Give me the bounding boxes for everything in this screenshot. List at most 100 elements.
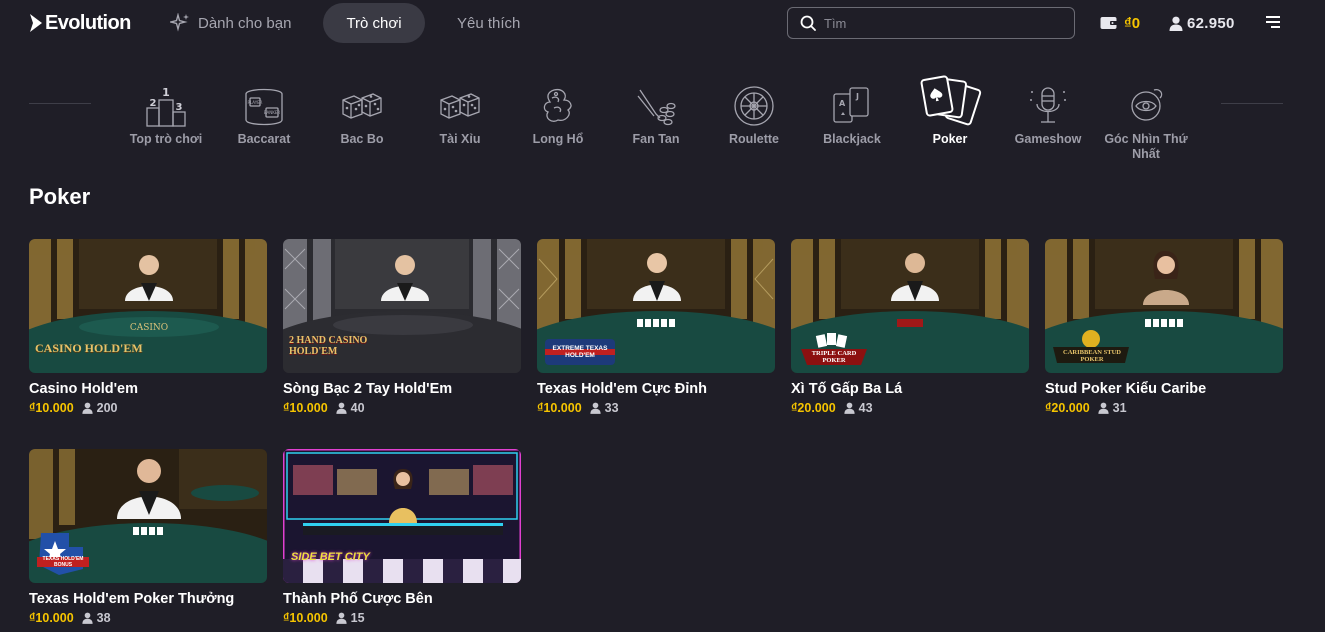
category-blackjack[interactable]: A J Blackjack (804, 82, 900, 164)
category-baccarat[interactable]: PLAYER BANKER Baccarat (216, 82, 312, 164)
game-logo: TRIPLE CARD POKER (811, 350, 857, 364)
dice-pair-icon (440, 93, 480, 119)
sparkle-icon (170, 13, 189, 32)
nav-favorites-label: Yêu thích (457, 14, 521, 32)
svg-text:2: 2 (150, 98, 157, 109)
game-thumbnail[interactable]: SIDE BET CITY (283, 449, 521, 583)
user-icon (590, 402, 601, 414)
game-card-casino-holdem[interactable]: CASINO CASINO HOLD'EM Casino Hold'em ₫10… (29, 239, 267, 415)
game-players: 15 (336, 611, 365, 625)
category-first-person[interactable]: Góc Nhìn Thứ Nhất (1098, 82, 1194, 164)
game-players: 200 (82, 401, 118, 415)
game-card-triple-card-poker[interactable]: TRIPLE CARD POKER Xì Tố Gấp Ba Lá ₫20.00… (791, 239, 1029, 415)
nav-games[interactable]: Trò chơi (323, 3, 425, 43)
game-title: Texas Hold'em Cực Đỉnh (537, 381, 707, 397)
players-online-count: 62.950 (1187, 14, 1235, 32)
search-input[interactable] (824, 15, 1054, 31)
svg-text:PLAYER: PLAYER (248, 100, 263, 105)
svg-text:BANKER: BANKER (264, 110, 281, 115)
svg-text:1: 1 (162, 86, 170, 99)
game-min-bet: ₫10.000 (29, 611, 74, 625)
wallet-balance[interactable]: ₫0 (1100, 13, 1140, 33)
game-thumbnail[interactable]: 2 HAND CASINO HOLD'EM (283, 239, 521, 373)
user-icon (1098, 402, 1109, 414)
category-bac-bo[interactable]: Bac Bo (314, 82, 410, 164)
game-player-count: 31 (1112, 401, 1127, 415)
game-player-count: 43 (858, 401, 873, 415)
game-player-count: 38 (96, 611, 111, 625)
fan-tan-icon (637, 89, 676, 126)
category-label: Top trò chơi (129, 132, 203, 146)
evolution-logo-mark-icon (30, 14, 42, 32)
category-divider-left (29, 103, 91, 104)
category-label: Long Hổ (532, 132, 584, 146)
game-logo: SIDE BET CITY (291, 551, 370, 563)
category-top-games[interactable]: 1 2 3 Top trò chơi (118, 82, 214, 164)
game-card-2-hand-casino-holdem[interactable]: 2 HAND CASINO HOLD'EM Sòng Bạc 2 Tay Hol… (283, 239, 521, 415)
search-icon (800, 15, 816, 31)
blackjack-cards-icon: A J (833, 87, 869, 123)
category-label: Bac Bo (340, 132, 384, 146)
top-bar: Evolution Dành cho bạn Trò chơi Yêu thíc… (0, 0, 1325, 46)
category-fan-tan[interactable]: Fan Tan (608, 82, 704, 164)
user-icon (82, 612, 93, 624)
game-thumbnail[interactable]: EXTREME TEXAS HOLD'EM (537, 239, 775, 373)
players-online: 62.950 (1169, 13, 1235, 33)
category-label: Gameshow (1014, 132, 1082, 146)
game-min-bet: ₫10.000 (283, 401, 328, 415)
baccarat-table-icon: PLAYER BANKER (245, 88, 283, 126)
category-label: Tài Xỉu (439, 132, 481, 146)
game-thumbnail[interactable]: CARIBBEAN STUD POKER (1045, 239, 1283, 373)
category-label: Roulette (729, 132, 779, 146)
user-icon (336, 612, 347, 624)
dice-icon (342, 93, 382, 119)
game-card-caribbean-stud-poker[interactable]: CARIBBEAN STUD POKER Stud Poker Kiểu Car… (1045, 239, 1283, 415)
nav-for-you[interactable]: Dành cho bạn (170, 3, 291, 43)
game-player-count: 40 (350, 401, 365, 415)
section-title: Poker (29, 184, 91, 209)
microphone-icon (1030, 87, 1066, 123)
search-box[interactable] (787, 7, 1075, 39)
game-players: 43 (844, 401, 873, 415)
user-icon (336, 402, 347, 414)
game-title: Sòng Bạc 2 Tay Hold'Em (283, 381, 453, 397)
game-title: Casino Hold'em (29, 381, 138, 397)
svg-text:J: J (855, 92, 859, 101)
game-thumbnail[interactable]: TEXAS HOLD'EM BONUS (29, 449, 267, 583)
dragon-tiger-icon (543, 88, 572, 122)
category-gameshow[interactable]: Gameshow (1000, 82, 1096, 164)
game-thumbnail[interactable]: CASINO CASINO HOLD'EM (29, 239, 267, 373)
wallet-icon (1100, 17, 1118, 29)
category-divider-right (1221, 103, 1283, 104)
game-card-extreme-texas-holdem[interactable]: EXTREME TEXAS HOLD'EM Texas Hold'em Cực … (537, 239, 775, 415)
category-dragon-tiger[interactable]: Long Hổ (510, 82, 606, 164)
game-players: 40 (336, 401, 365, 415)
game-player-count: 15 (350, 611, 365, 625)
category-tai-xiu[interactable]: Tài Xỉu (412, 82, 508, 164)
category-poker[interactable]: Poker (902, 75, 998, 164)
category-label: Poker (932, 132, 968, 146)
game-card-side-bet-city[interactable]: SIDE BET CITY Thành Phố Cược Bên ₫10.000… (283, 449, 521, 625)
game-players: 31 (1098, 401, 1127, 415)
user-icon (82, 402, 93, 414)
user-icon (1169, 16, 1183, 31)
category-label: Fan Tan (632, 132, 680, 146)
game-card-texas-holdem-bonus[interactable]: TEXAS HOLD'EM BONUS Texas Hold'em Poker … (29, 449, 267, 625)
menu-icon[interactable] (1265, 15, 1281, 29)
svg-text:CASINO: CASINO (130, 323, 168, 333)
game-players: 38 (82, 611, 111, 625)
poker-cards-icon (920, 75, 982, 126)
category-label: Góc Nhìn Thứ Nhất (1104, 132, 1188, 161)
game-min-bet: ₫10.000 (537, 401, 582, 415)
game-player-count: 33 (604, 401, 619, 415)
user-icon (844, 402, 855, 414)
game-min-bet: ₫10.000 (29, 401, 74, 415)
nav-favorites[interactable]: Yêu thích (457, 3, 520, 43)
game-thumbnail[interactable]: TRIPLE CARD POKER (791, 239, 1029, 373)
evolution-logo[interactable]: Evolution (29, 11, 131, 35)
first-person-icon (1131, 88, 1163, 121)
svg-text:3: 3 (176, 102, 183, 113)
category-roulette[interactable]: Roulette (706, 82, 802, 164)
category-label: Baccarat (237, 132, 291, 146)
game-players: 33 (590, 401, 619, 415)
